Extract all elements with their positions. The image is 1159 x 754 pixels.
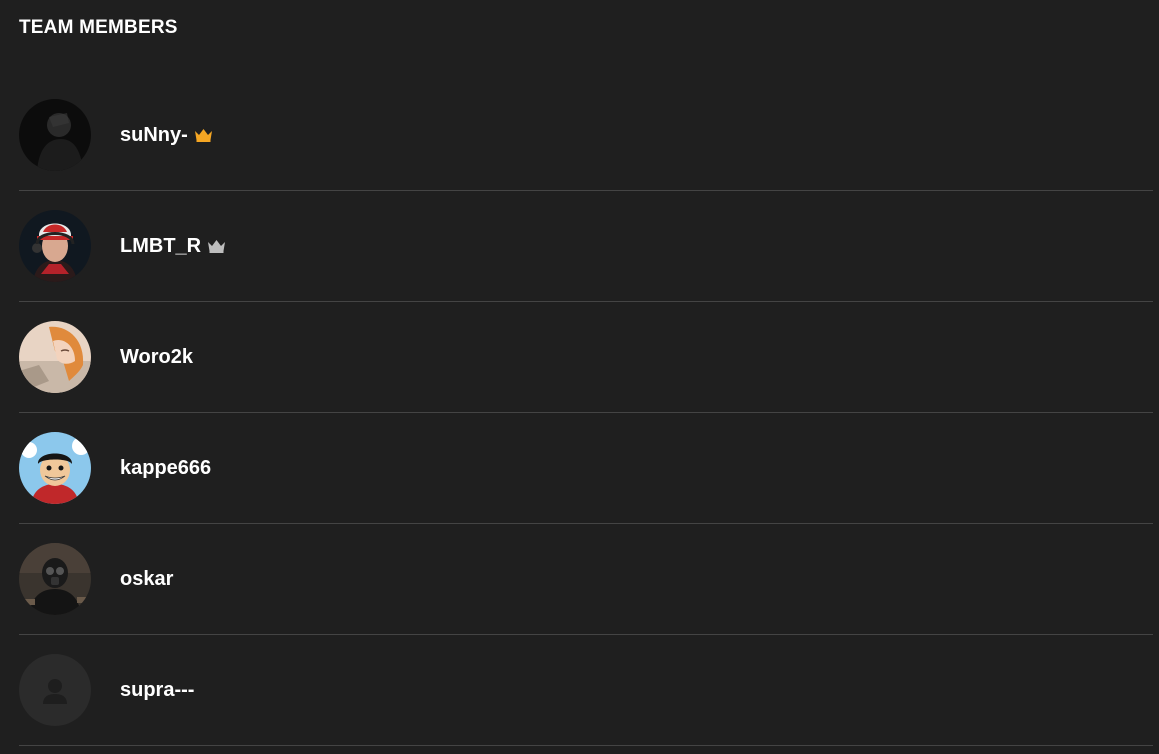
avatar-image (19, 543, 91, 615)
avatar-image (19, 432, 91, 504)
default-user-icon (19, 654, 91, 726)
list-item[interactable]: Woro2k (19, 302, 1153, 413)
member-name[interactable]: kappe666 (120, 456, 211, 480)
avatar[interactable] (19, 543, 91, 615)
list-item[interactable]: supra--- (19, 635, 1153, 746)
member-name[interactable]: Woro2k (120, 345, 193, 369)
crown-icon (194, 128, 213, 142)
avatar[interactable] (19, 432, 91, 504)
avatar[interactable] (19, 654, 91, 726)
avatar[interactable] (19, 99, 91, 171)
team-members-list: suNny- LMBT_R Woro2k kappe666 oskar supr… (19, 80, 1153, 746)
avatar-image (19, 321, 91, 393)
crown-icon (207, 239, 226, 253)
member-name[interactable]: supra--- (120, 678, 194, 702)
list-item[interactable]: oskar (19, 524, 1153, 635)
member-name[interactable]: suNny- (120, 123, 188, 147)
avatar[interactable] (19, 210, 91, 282)
avatar-image (19, 99, 91, 171)
section-title: TEAM MEMBERS (19, 17, 178, 38)
list-item[interactable]: kappe666 (19, 413, 1153, 524)
avatar-image (19, 210, 91, 282)
team-members-panel: TEAM MEMBERS suNny- LMBT_R Woro2k kappe6… (0, 0, 1159, 754)
member-name[interactable]: LMBT_R (120, 234, 201, 258)
avatar[interactable] (19, 321, 91, 393)
list-item[interactable]: suNny- (19, 80, 1153, 191)
member-name[interactable]: oskar (120, 567, 173, 591)
list-item[interactable]: LMBT_R (19, 191, 1153, 302)
